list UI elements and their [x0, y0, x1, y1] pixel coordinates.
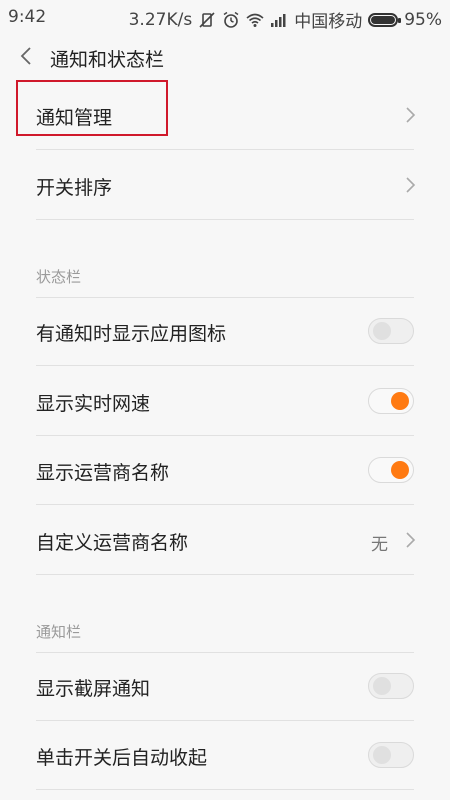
title-bar: 通知和状态栏 [0, 34, 450, 80]
row-collapse-after-toggle[interactable]: 单击开关后自动收起 [0, 722, 450, 790]
divider [36, 720, 414, 721]
row-notification-management[interactable]: 通知管理 [0, 82, 450, 150]
network-speed: 3.27K/s [128, 9, 193, 30]
wifi-icon [246, 13, 264, 27]
row-label: 自定义运营商名称 [36, 532, 189, 554]
divider [36, 789, 414, 790]
section-notification-bar: 通知栏 [36, 623, 82, 641]
row-label: 通知管理 [36, 107, 113, 129]
row-label: 开关排序 [36, 177, 113, 199]
row-label: 显示运营商名称 [36, 462, 170, 484]
row-show-screenshot-notice[interactable]: 显示截屏通知 [0, 653, 450, 721]
toggle-collapse-after-toggle[interactable] [368, 742, 414, 768]
section-status-bar: 状态栏 [36, 268, 82, 286]
row-custom-carrier[interactable]: 自定义运营商名称 无 [0, 507, 450, 575]
carrier-name: 中国移动 [294, 12, 363, 32]
chevron-right-icon [406, 107, 416, 123]
battery-percent: 95% [404, 9, 442, 30]
page-title: 通知和状态栏 [50, 49, 165, 71]
chevron-right-icon [406, 177, 416, 193]
row-label: 显示实时网速 [36, 393, 151, 415]
divider [36, 149, 414, 150]
row-value: 无 [371, 535, 388, 555]
row-label: 有通知时显示应用图标 [36, 323, 227, 345]
divider [36, 504, 414, 505]
status-time: 9:42 [8, 7, 47, 27]
toggle-show-app-icon[interactable] [368, 318, 414, 344]
alarm-icon [223, 11, 239, 28]
row-show-app-icon[interactable]: 有通知时显示应用图标 [0, 298, 450, 366]
status-right: 3.27K/s 中国移动 95% [128, 7, 442, 33]
divider [36, 219, 414, 220]
toggle-show-carrier[interactable] [368, 457, 414, 483]
status-bar: 9:42 3.27K/s 中国移动 95% [0, 0, 450, 34]
row-label: 单击开关后自动收起 [36, 747, 208, 769]
chevron-left-icon[interactable] [18, 44, 34, 68]
divider [36, 365, 414, 366]
row-switch-order[interactable]: 开关排序 [0, 152, 450, 220]
row-label: 显示截屏通知 [36, 678, 151, 700]
vibrate-off-icon [199, 11, 215, 28]
divider [36, 574, 414, 575]
signal-icon [271, 13, 286, 27]
row-show-net-speed[interactable]: 显示实时网速 [0, 368, 450, 436]
row-show-carrier[interactable]: 显示运营商名称 [0, 437, 450, 505]
toggle-show-screenshot-notice[interactable] [368, 673, 414, 699]
divider [36, 435, 414, 436]
toggle-show-net-speed[interactable] [368, 388, 414, 414]
battery-icon [368, 12, 402, 27]
chevron-right-icon [406, 532, 416, 548]
